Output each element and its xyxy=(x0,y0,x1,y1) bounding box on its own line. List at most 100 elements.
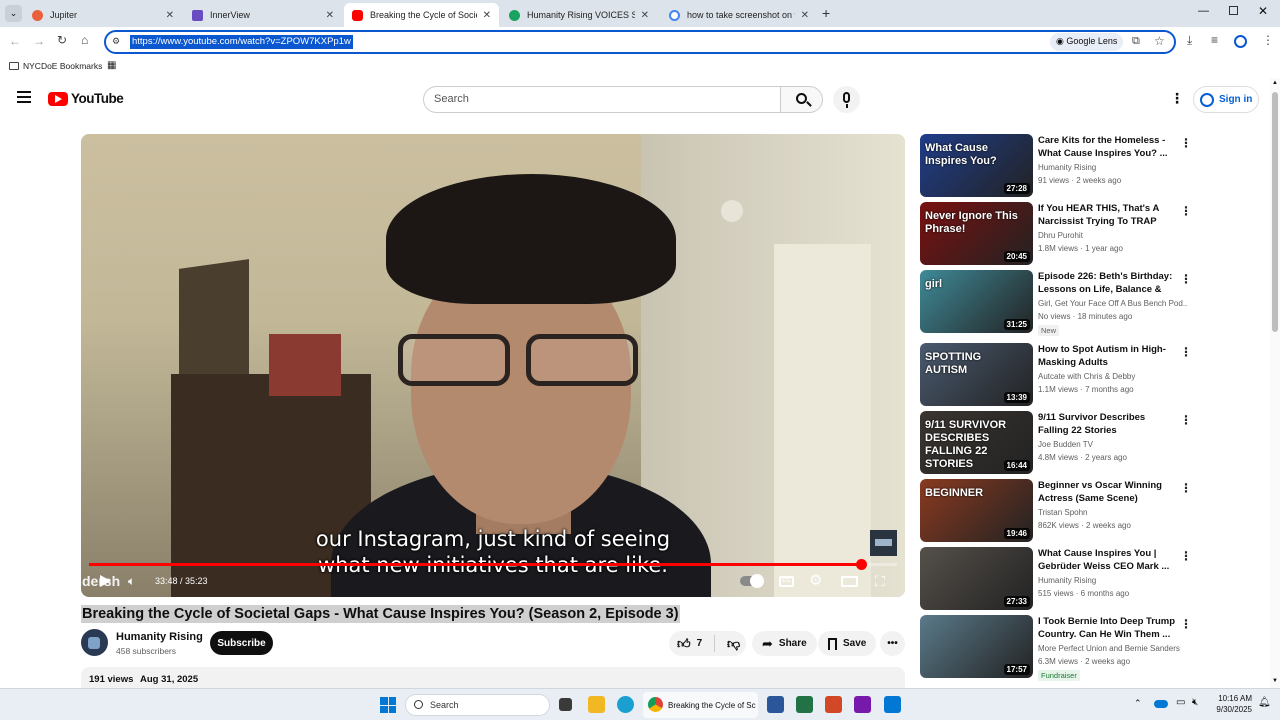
like-button[interactable]: 👍︎ 7 xyxy=(669,635,715,652)
search-input[interactable]: Search xyxy=(423,86,781,113)
volume-icon[interactable]: 🔈︎ xyxy=(128,574,135,589)
channel-avatar[interactable] xyxy=(81,629,108,656)
edge-browser-icon[interactable] xyxy=(617,696,634,713)
close-tab-icon[interactable]: ✕ xyxy=(641,10,649,21)
recommendation-title[interactable]: Care Kits for the Homeless - What Cause … xyxy=(1038,134,1178,160)
recommendation-title[interactable]: Episode 226: Beth's Birthday: Lessons on… xyxy=(1038,270,1178,297)
tab-survey[interactable]: Humanity Rising VOICES Survey ✕ xyxy=(501,3,657,27)
recommendation-channel[interactable]: Tristan Spohn xyxy=(1038,508,1188,517)
recommendation-item[interactable]: 27:33 What Cause Inspires You | Gebrüder … xyxy=(920,547,1192,611)
recommendation-thumbnail[interactable]: 9/11 SURVIVOR DESCRIBES FALLING 22 STORI… xyxy=(920,411,1033,474)
more-options-icon[interactable]: ⋮ xyxy=(1180,481,1192,495)
recommendation-thumbnail[interactable]: What Cause Inspires You? 27:28 xyxy=(920,134,1033,197)
recommendation-item[interactable]: girl 31:25 Episode 226: Beth's Birthday: L… xyxy=(920,270,1192,336)
bookmark-star-icon[interactable]: ☆ xyxy=(1154,34,1165,48)
video-progress-bar[interactable] xyxy=(89,559,897,570)
recommendation-thumbnail[interactable]: Never Ignore This Phrase! 20:45 xyxy=(920,202,1033,265)
home-icon[interactable]: ⌂ xyxy=(81,33,88,47)
recommendation-channel[interactable]: Joe Budden TV xyxy=(1038,440,1188,449)
recommendation-thumbnail[interactable]: 17:57 xyxy=(920,615,1033,678)
google-lens-button[interactable]: ◉ Google Lens xyxy=(1050,33,1124,51)
minimize-icon[interactable]: — xyxy=(1198,5,1209,17)
recommendation-item[interactable]: 17:57 I Took Bernie Into Deep Trump Count… xyxy=(920,615,1192,681)
more-options-icon[interactable]: ⋮ xyxy=(1180,136,1192,150)
downloads-icon[interactable]: ⤓ xyxy=(1187,33,1192,48)
fullscreen-icon[interactable]: ⛶ xyxy=(875,573,885,590)
tab-jupiter[interactable]: Jupiter ✕ xyxy=(24,3,182,27)
search-button[interactable] xyxy=(780,86,823,113)
recommendation-title[interactable]: What Cause Inspires You | Gebrüder Weiss… xyxy=(1038,547,1178,573)
outlook-icon[interactable] xyxy=(884,696,901,713)
recommendation-title[interactable]: I Took Bernie Into Deep Trump Country. C… xyxy=(1038,615,1178,641)
page-scrollbar[interactable]: ▲ ▼ xyxy=(1270,78,1280,688)
theater-mode-icon[interactable] xyxy=(841,576,858,587)
recommendation-item[interactable]: What Cause Inspires You? 27:28 Care Kits f… xyxy=(920,134,1192,198)
scrollbar-thumb[interactable] xyxy=(1272,92,1278,332)
recommendation-thumbnail[interactable]: SPOTTING AUTISM 13:39 xyxy=(920,343,1033,406)
task-view-icon[interactable] xyxy=(559,698,572,711)
profile-icon[interactable] xyxy=(1234,35,1247,48)
recommendation-channel[interactable]: Girl, Get Your Face Off A Bus Bench Pod.… xyxy=(1038,299,1188,308)
close-window-icon[interactable]: ✕ xyxy=(1258,4,1268,18)
recommendation-channel[interactable]: Humanity Rising xyxy=(1038,576,1188,585)
reading-list-icon[interactable]: ≡ xyxy=(1211,33,1218,47)
taskbar-clock[interactable]: 10:16 AM 9/30/2025 xyxy=(1212,693,1252,715)
youtube-logo[interactable]: YouTube xyxy=(48,91,124,106)
address-bar[interactable]: ⚙ https://www.youtube.com/watch?v=ZPOW7K… xyxy=(104,30,1176,54)
sign-in-button[interactable]: Sign in xyxy=(1193,86,1259,113)
recommendation-thumbnail[interactable]: 27:33 xyxy=(920,547,1033,610)
bookmark-folder[interactable]: NYCDoE Bookmarks xyxy=(9,61,102,71)
recommendation-thumbnail[interactable]: BEGINNER 19:46 xyxy=(920,479,1033,542)
back-icon[interactable]: ← xyxy=(9,34,21,48)
recommendation-title[interactable]: 9/11 Survivor Describes Falling 22 Stori… xyxy=(1038,411,1178,437)
share-button[interactable]: ➦ Share xyxy=(752,631,817,656)
recommendation-item[interactable]: 9/11 SURVIVOR DESCRIBES FALLING 22 STORI… xyxy=(920,411,1192,475)
play-button[interactable] xyxy=(100,575,111,587)
onedrive-icon[interactable] xyxy=(1154,700,1168,708)
recommendation-title[interactable]: How to Spot Autism in High-Masking Adult… xyxy=(1038,343,1178,369)
close-tab-icon[interactable]: ✕ xyxy=(166,10,174,21)
close-tab-icon[interactable]: ✕ xyxy=(483,10,491,21)
recommendation-item[interactable]: Never Ignore This Phrase! 20:45 If You HEA… xyxy=(920,202,1192,266)
recommendation-channel[interactable]: Autcate with Chris & Debby xyxy=(1038,372,1188,381)
tab-youtube-video[interactable]: Breaking the Cycle of Societal G ✕ xyxy=(344,3,499,27)
apps-grid-icon[interactable]: ▦ xyxy=(107,60,116,71)
excel-icon[interactable] xyxy=(796,696,813,713)
url-text[interactable]: https://www.youtube.com/watch?v=ZPOW7KXP… xyxy=(130,35,353,49)
voice-search-button[interactable] xyxy=(833,86,860,113)
recommendation-channel[interactable]: More Perfect Union and Bernie Sanders xyxy=(1038,644,1188,653)
video-player[interactable]: our Instagram, just kind of seeing what … xyxy=(81,134,905,597)
recommendation-item[interactable]: SPOTTING AUTISM 13:39 How to Spot Autism i… xyxy=(920,343,1192,407)
taskbar-active-chrome-window[interactable]: Breaking the Cycle of Sc xyxy=(643,692,758,718)
recommendation-title[interactable]: Beginner vs Oscar Winning Actress (Same … xyxy=(1038,479,1178,505)
more-options-icon[interactable]: ⋮ xyxy=(1180,345,1192,359)
more-options-icon[interactable]: ⋮ xyxy=(1180,549,1192,563)
save-button[interactable]: Save xyxy=(818,631,877,656)
new-tab-icon[interactable]: + xyxy=(822,5,830,21)
dislike-button[interactable]: 👎︎ xyxy=(721,636,740,652)
show-hidden-icons-icon[interactable]: ⌃ xyxy=(1134,698,1142,709)
more-options-icon[interactable]: ⋮ xyxy=(1180,204,1192,218)
recommendation-channel[interactable]: Dhru Purohit xyxy=(1038,231,1188,240)
word-icon[interactable] xyxy=(767,696,784,713)
more-options-icon[interactable]: ⋮ xyxy=(1180,413,1192,427)
file-explorer-icon[interactable] xyxy=(588,696,605,713)
tab-google-search[interactable]: how to take screenshot on wind ✕ xyxy=(661,3,817,27)
reload-icon[interactable]: ↻ xyxy=(57,33,67,47)
subscribe-button[interactable]: Subscribe xyxy=(210,631,273,655)
browser-menu-icon[interactable]: ⋮ xyxy=(1262,33,1274,47)
windows-start-icon[interactable] xyxy=(380,697,396,713)
network-icon[interactable]: ▭ xyxy=(1176,697,1185,708)
powerpoint-icon[interactable] xyxy=(825,696,842,713)
more-options-icon[interactable]: ⋮ xyxy=(1180,272,1192,286)
volume-tray-icon[interactable]: 🔇︎ xyxy=(1192,697,1198,708)
captions-icon[interactable]: CC xyxy=(779,576,794,587)
scroll-up-arrow-icon[interactable]: ▲ xyxy=(1272,80,1278,86)
settings-gear-icon[interactable]: ⚙ xyxy=(809,571,822,589)
forward-icon[interactable]: → xyxy=(33,34,45,48)
tab-search-dropdown[interactable]: ⌄ xyxy=(5,5,22,22)
autoplay-toggle[interactable] xyxy=(740,574,764,588)
recommendation-thumbnail[interactable]: girl 31:25 xyxy=(920,270,1033,333)
notification-bell-icon[interactable]: 🔔︎ xyxy=(1258,697,1271,708)
onenote-icon[interactable] xyxy=(854,696,871,713)
